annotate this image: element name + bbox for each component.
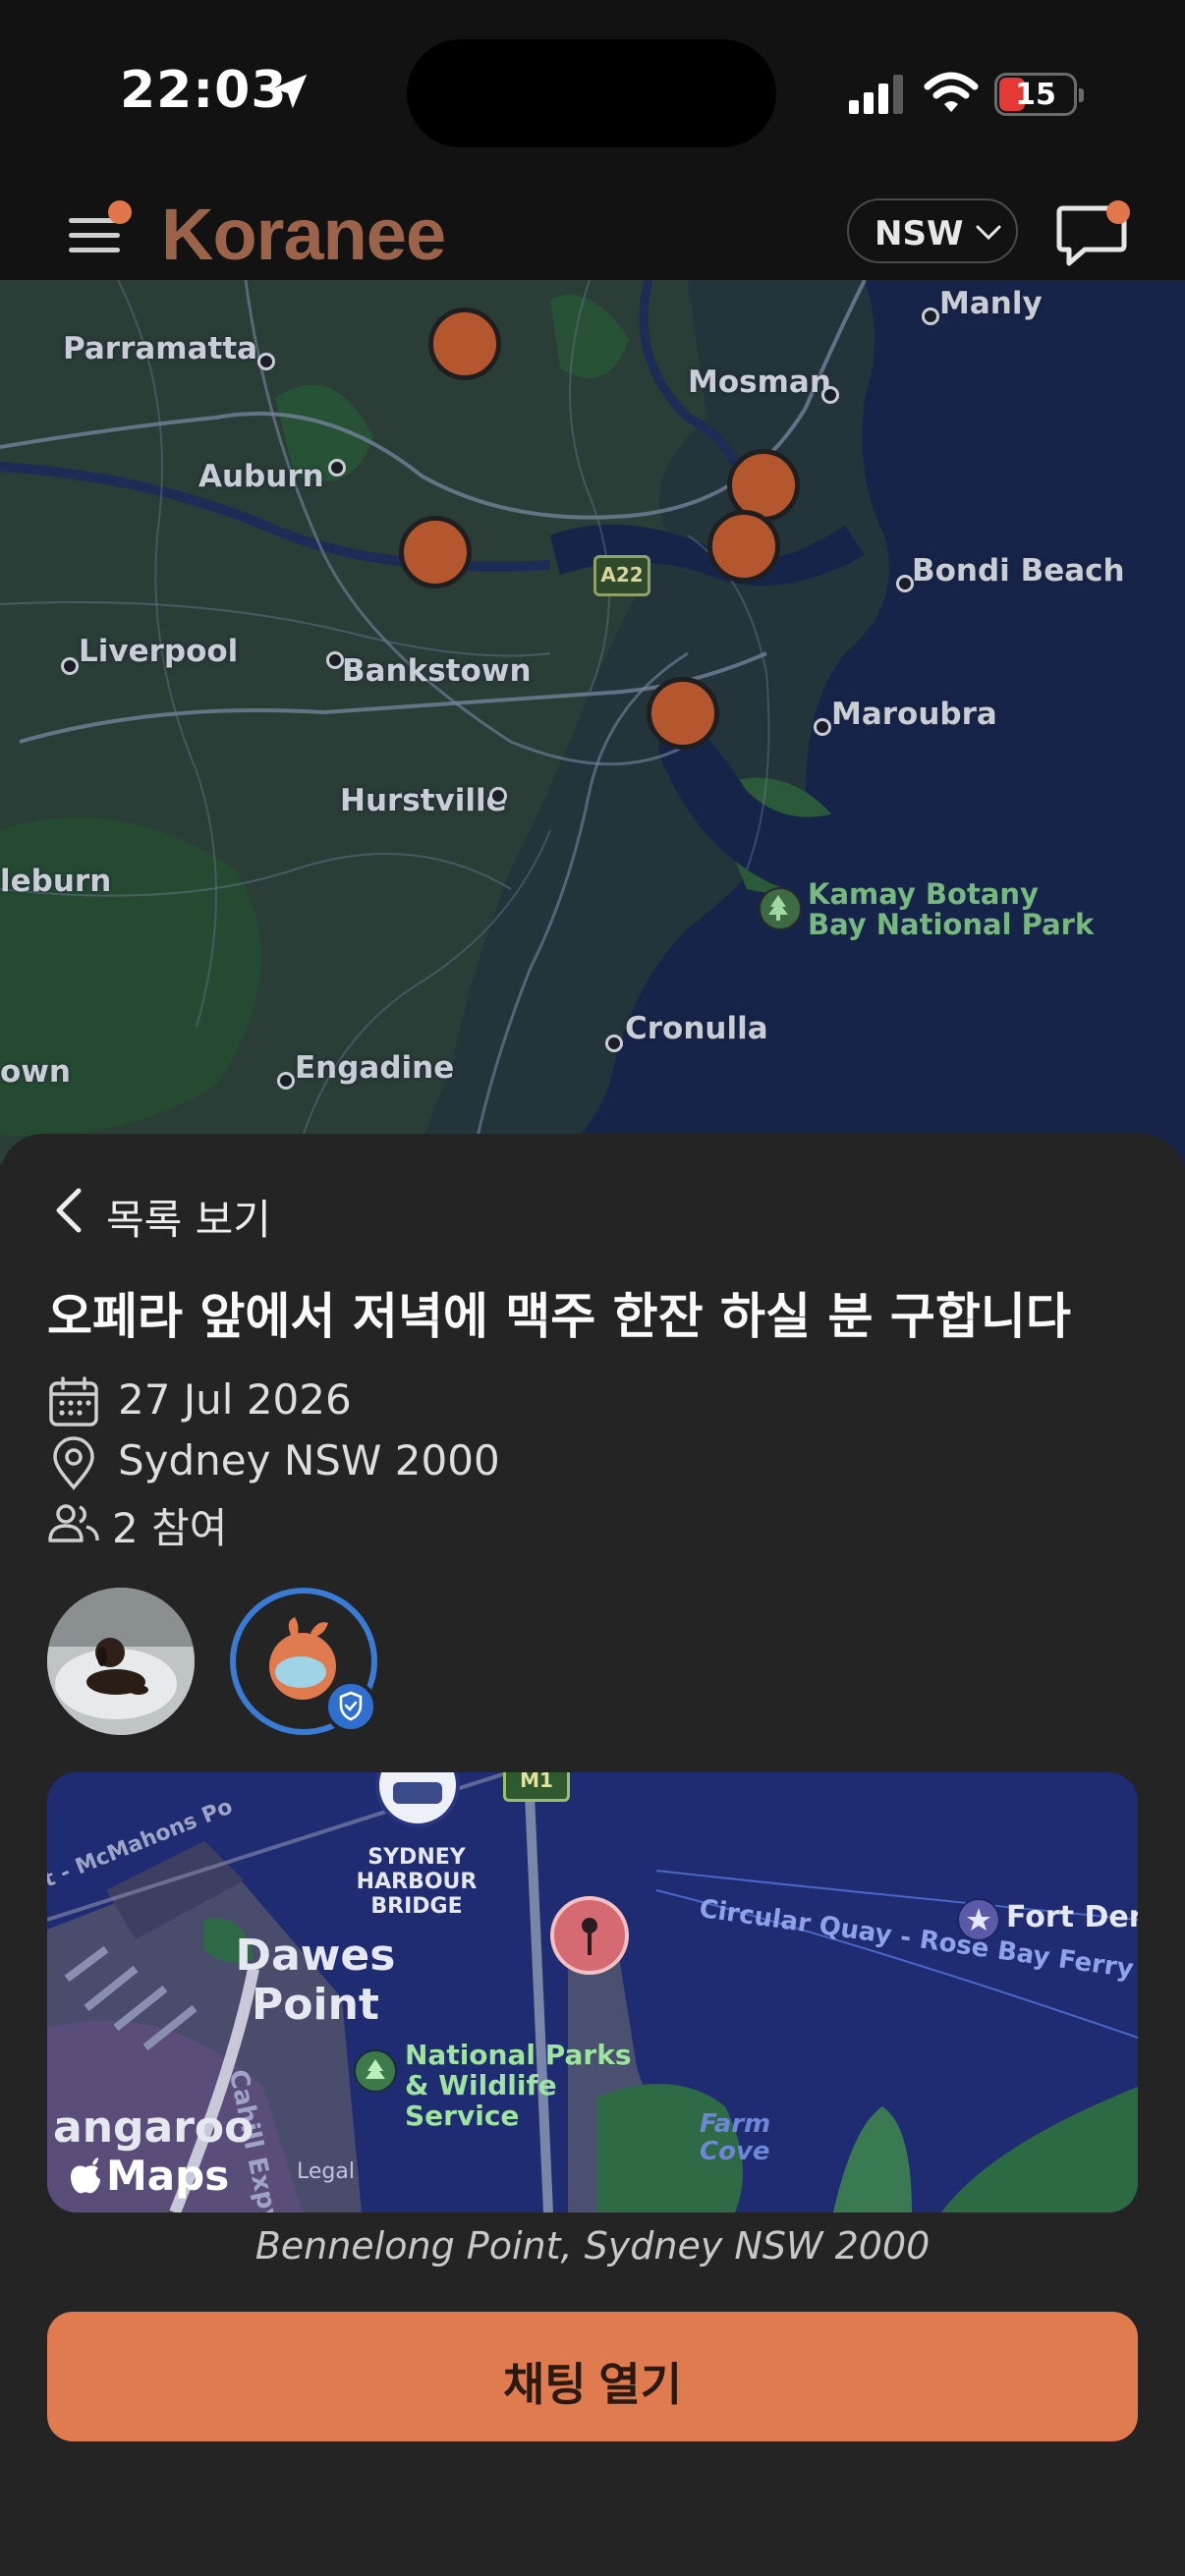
region-selector[interactable]: NSW (847, 198, 1018, 263)
event-title: 오페라 앞에서 저녁에 맥주 한잔 하실 분 구합니다 (47, 1288, 1071, 1345)
chevron-left-icon (56, 1188, 82, 1233)
location-pin-icon (53, 1436, 94, 1490)
status-bar: 22:03 15 (0, 0, 1185, 187)
mm-label-bridge: SYDNEY HARBOUR BRIDGE (356, 1845, 478, 1919)
park-tree-icon (759, 887, 802, 930)
dog-photo (47, 1588, 195, 1735)
participant-avatar[interactable] (47, 1588, 195, 1735)
battery-indicator: 15 (994, 73, 1084, 116)
wifi-icon (924, 72, 979, 112)
map-label-bankstown: Bankstown (342, 653, 532, 689)
map-label-auburn: Auburn (198, 459, 324, 494)
event-marker[interactable] (707, 510, 780, 583)
road-shield-a22: A22 (593, 555, 650, 596)
verified-shield-icon (324, 1680, 377, 1733)
mm-label-kangaroo: angaroo (53, 2102, 254, 2153)
mm-label-fort: Fort Den (1006, 1900, 1138, 1934)
back-label: 목록 보기 (106, 1196, 271, 1244)
chevron-down-icon (976, 225, 1001, 241)
map-label-own: own (0, 1054, 72, 1090)
app-logo: Koranee (161, 194, 446, 275)
map-label-engadine: Engadine (295, 1050, 455, 1086)
map-label-manly: Manly (939, 286, 1043, 321)
chat-notification-dot (1106, 200, 1130, 224)
apple-logo-icon (71, 2157, 100, 2194)
event-detail-sheet: 목록 보기 오페라 앞에서 저녁에 맥주 한잔 하실 분 구합니다 27 Jul… (0, 1134, 1185, 2576)
event-marker[interactable] (647, 677, 719, 750)
mm-label-farm-cove: Farm Cove (700, 2109, 771, 2166)
app-header: Koranee NSW (0, 187, 1185, 280)
location-pin-marker[interactable] (550, 1896, 629, 1975)
mm-label-national-parks: National Parks & Wildlife Service (405, 2039, 632, 2132)
mm-label-dawes-point: Dawes Point (235, 1931, 396, 2030)
map-label-liverpool: Liverpool (79, 634, 239, 669)
calendar-icon (49, 1376, 98, 1427)
event-address: Bennelong Point, Sydney NSW 2000 (254, 2224, 931, 2268)
cellular-signal-icon (849, 75, 903, 114)
maps-attribution-text: Maps (106, 2152, 230, 2200)
map-label-cronulla: Cronulla (625, 1011, 768, 1046)
event-participants-text: 2 참여 (112, 1504, 228, 1552)
event-date-text: 27 Jul 2026 (118, 1375, 352, 1424)
map-label-park: Kamay Botany Bay National Park (808, 877, 1095, 941)
menu-notification-dot (108, 200, 132, 224)
legal-link[interactable]: Legal (297, 2159, 355, 2184)
map-label-parramatta: Parramatta (63, 331, 258, 366)
map-background (0, 280, 1185, 1164)
road-shield-m1: M1 (503, 1772, 570, 1802)
event-marker[interactable] (428, 308, 501, 380)
map-label-mosman: Mosman (688, 364, 831, 400)
people-icon (48, 1504, 99, 1542)
open-chat-label: 채팅 열기 (502, 2359, 683, 2410)
map-label-hurstville: Hurstville (340, 783, 507, 818)
events-map[interactable]: Manly Parramatta Mosman Auburn Bondi Bea… (0, 280, 1185, 1164)
map-label-bondi-beach: Bondi Beach (912, 553, 1125, 588)
park-tree-icon (354, 2049, 397, 2093)
map-label-maroubra: Maroubra (831, 697, 997, 732)
event-date: 27 Jul 2026 (47, 1373, 637, 1432)
star-landmark-icon (957, 1898, 1000, 1941)
battery-percent: 15 (1015, 78, 1056, 112)
dynamic-island (407, 39, 776, 147)
event-location-text: Sydney NSW 2000 (118, 1436, 500, 1484)
location-arrow-icon (272, 74, 308, 109)
event-marker[interactable] (399, 516, 472, 588)
event-participants: 2 참여 (47, 1493, 440, 1552)
map-label-leburn: leburn (0, 864, 112, 899)
event-location: Sydney NSW 2000 (47, 1434, 735, 1493)
status-time: 22:03 (120, 61, 288, 120)
location-mini-map[interactable]: t - McMahons Po M1 SYDNEY HARBOUR BRIDGE… (47, 1772, 1138, 2212)
open-chat-button[interactable]: 채팅 열기 (47, 2312, 1138, 2441)
region-label: NSW (875, 214, 964, 253)
